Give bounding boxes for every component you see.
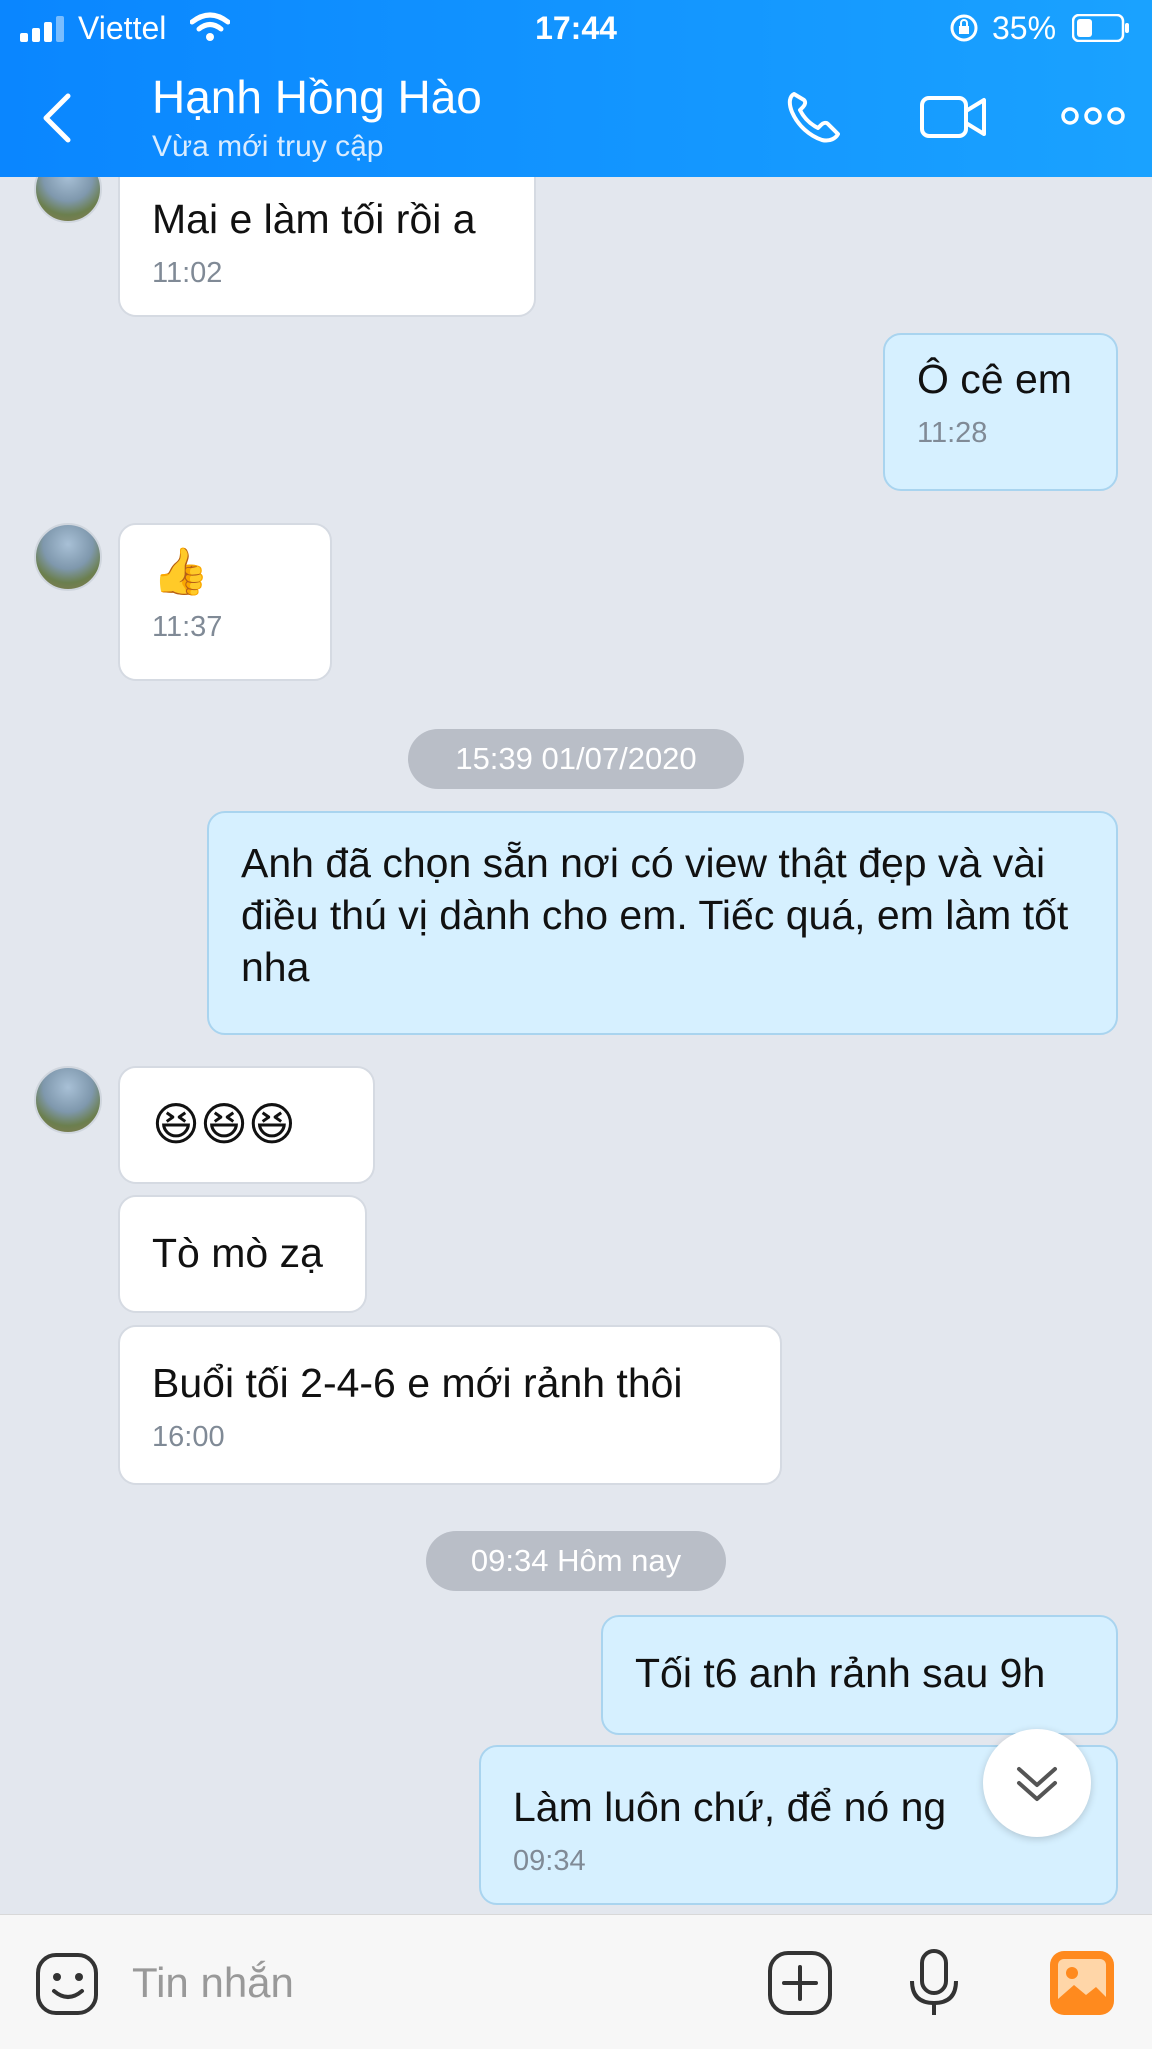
message-bubble-outgoing[interactable]: Anh đã chọn sẵn nơi có view thật đẹp và … [207, 811, 1118, 1035]
message-time: 11:37 [152, 611, 223, 643]
message-bubble-incoming[interactable]: Tò mò zạ [118, 1195, 367, 1313]
phone-icon[interactable] [780, 86, 850, 146]
chevron-double-down-icon [1017, 1767, 1057, 1801]
message-time: 11:28 [917, 417, 988, 449]
contact-name[interactable]: Hạnh Hồng Hào [152, 70, 482, 124]
avatar[interactable] [34, 177, 102, 223]
rotation-lock-icon [950, 14, 978, 42]
message-bubble-outgoing[interactable]: Ô cê em 11:28 [883, 333, 1118, 491]
message-bubble-incoming[interactable]: 😆😆😆 [118, 1066, 375, 1184]
laughing-emoji: 😆😆😆 [152, 1098, 296, 1150]
date-separator: 15:39 01/07/2020 [408, 729, 744, 789]
message-time: 11:02 [152, 257, 223, 289]
microphone-icon[interactable] [898, 1947, 970, 2019]
back-icon[interactable] [38, 90, 78, 146]
video-call-icon[interactable] [918, 86, 988, 146]
message-input[interactable]: Tin nhắn [132, 1959, 294, 2007]
avatar[interactable] [34, 523, 102, 591]
message-text: Buổi tối 2-4-6 e mới rảnh thôi [152, 1360, 683, 1406]
message-text: Anh đã chọn sẵn nơi có view thật đẹp và … [241, 840, 1069, 990]
contact-status: Vừa mới truy cập [152, 130, 384, 163]
message-input-bar: Tin nhắn [0, 1914, 1152, 2049]
message-bubble-outgoing[interactable]: Tối t6 anh rảnh sau 9h [601, 1615, 1118, 1735]
add-icon[interactable] [764, 1947, 836, 2019]
message-text: Tối t6 anh rảnh sau 9h [635, 1650, 1046, 1696]
status-bar: Viettel 17:44 35% [0, 0, 1152, 58]
photo-gallery-icon[interactable] [1046, 1947, 1118, 2019]
message-bubble-incoming[interactable]: 👍 11:37 [118, 523, 332, 681]
message-bubble-incoming[interactable]: Buổi tối 2-4-6 e mới rảnh thôi 16:00 [118, 1325, 782, 1485]
scroll-to-bottom-button[interactable] [983, 1729, 1091, 1837]
date-separator: 09:34 Hôm nay [426, 1531, 726, 1591]
battery-percent: 35% [992, 10, 1057, 46]
message-time: 16:00 [152, 1421, 225, 1453]
message-bubble-incoming[interactable]: Mai e làm tối rồi a 11:02 [118, 177, 536, 317]
chat-header: Viettel 17:44 35% Hạnh Hồng Hào Vừa mới … [0, 0, 1152, 177]
more-options-icon[interactable] [1058, 86, 1128, 146]
message-list[interactable]: Mai e làm tối rồi a 11:02 Ô cê em 11:28 … [0, 177, 1152, 1914]
avatar[interactable] [34, 1066, 102, 1134]
thumbs-up-emoji: 👍 [152, 545, 210, 597]
sticker-emoji-icon[interactable] [32, 1947, 104, 2019]
battery-icon [1072, 14, 1129, 42]
message-time: 09:34 [513, 1845, 586, 1877]
message-text: Ô cê em [917, 356, 1072, 402]
message-text: Tò mò zạ [152, 1230, 323, 1276]
message-text: Mai e làm tối rồi a [152, 196, 476, 242]
